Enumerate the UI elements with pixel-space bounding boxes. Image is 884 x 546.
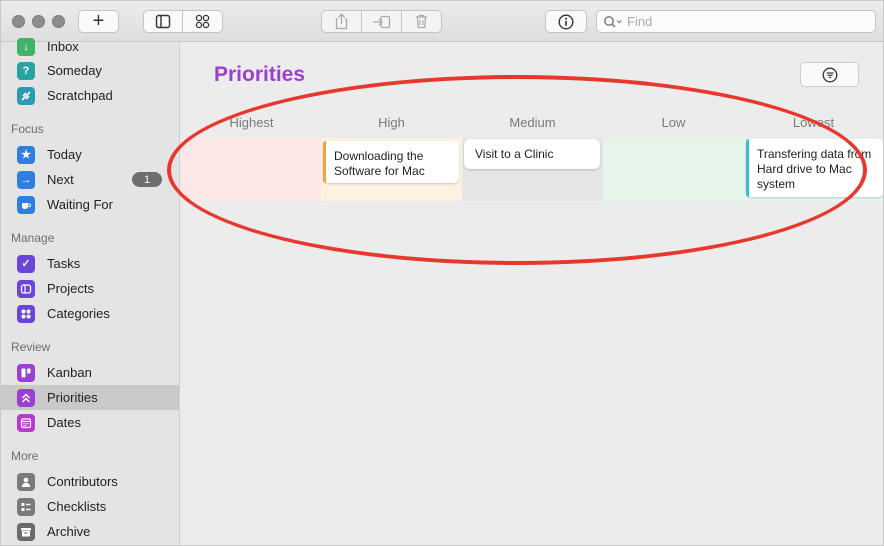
plus-icon: + xyxy=(92,10,105,32)
filter-button[interactable] xyxy=(800,62,859,87)
sidebar-item-label: Scratchpad xyxy=(47,88,113,103)
column-header-lowest: Lowest xyxy=(792,115,835,130)
priority-accent xyxy=(746,139,749,197)
priority-lane-medium[interactable]: Visit to a Clinic xyxy=(462,138,603,201)
checklist-icon xyxy=(17,497,35,516)
column-header-low: Low xyxy=(661,115,686,130)
column-header-medium: Medium xyxy=(509,115,556,130)
checkmark-icon: ✓ xyxy=(17,254,35,273)
main-content: Priorities Highest High Medium Low Lowes… xyxy=(181,42,883,545)
sidebar-item-label: Projects xyxy=(47,281,94,296)
task-card[interactable]: Transfering data from Hard drive to Mac … xyxy=(746,139,883,197)
sidebar-item-someday[interactable]: ? Someday xyxy=(1,58,179,83)
sidebar-item-label: Next xyxy=(47,172,74,187)
view-switch-button[interactable] xyxy=(182,10,223,33)
count-badge: 1 xyxy=(132,172,162,187)
info-icon xyxy=(558,13,574,30)
priority-lane-highest[interactable] xyxy=(181,138,322,201)
sidebar-item-label: Inbox xyxy=(47,39,79,54)
question-icon: ? xyxy=(17,61,35,80)
sidebar-item-label: Checklists xyxy=(47,499,107,514)
scratchpad-icon xyxy=(17,86,35,105)
task-card-title: Transfering data from Hard drive to Mac … xyxy=(757,147,872,191)
coffee-icon xyxy=(17,195,35,214)
sidebar-item-archive[interactable]: Archive xyxy=(1,519,179,544)
sidebar-item-scratchpad[interactable]: Scratchpad xyxy=(1,83,179,108)
sidebar-item-kanban[interactable]: Kanban xyxy=(1,360,179,385)
section-header-focus: Focus xyxy=(11,122,44,136)
sidebar-item-label: Categories xyxy=(47,306,110,321)
projects-icon xyxy=(17,279,35,298)
inbox-icon: ↓ xyxy=(17,37,35,56)
search-icon xyxy=(604,15,622,28)
delete-button[interactable] xyxy=(401,10,442,33)
column-header-highest: Highest xyxy=(229,115,274,130)
section-header-more: More xyxy=(11,449,39,463)
move-button[interactable] xyxy=(361,10,402,33)
sidebar-item-today[interactable]: ★ Today xyxy=(1,142,179,167)
share-button[interactable] xyxy=(321,10,362,33)
archive-icon xyxy=(17,522,35,541)
close-window-button[interactable] xyxy=(12,15,25,28)
sidebar-item-dates[interactable]: Dates xyxy=(1,410,179,435)
sidebar-item-label: Today xyxy=(47,147,82,162)
task-card-title: Downloading the Software for Mac xyxy=(334,149,425,178)
sidebar-item-label: Waiting For xyxy=(47,197,113,212)
sidebar-item-label: Archive xyxy=(47,524,91,539)
move-to-icon xyxy=(373,15,391,28)
toggle-sidebar-button[interactable] xyxy=(143,10,183,33)
star-icon: ★ xyxy=(17,145,35,164)
priority-accent xyxy=(323,141,326,183)
add-button[interactable]: + xyxy=(78,10,119,33)
search-input[interactable] xyxy=(627,14,867,29)
share-icon xyxy=(335,13,348,30)
app-window: + ↓ Inbox ? Som xyxy=(0,0,884,546)
sidebar-item-label: Priorities xyxy=(47,390,98,405)
calendar-icon xyxy=(17,413,35,432)
trash-icon xyxy=(416,14,427,29)
sidebar-item-checklists[interactable]: Checklists xyxy=(1,494,179,519)
priority-lane-low[interactable] xyxy=(603,138,744,201)
info-button[interactable] xyxy=(545,10,587,33)
sidebar-item-projects[interactable]: Projects xyxy=(1,276,179,301)
column-header-high: High xyxy=(378,115,405,130)
sidebar-item-label: Dates xyxy=(47,415,81,430)
zoom-window-button[interactable] xyxy=(52,15,65,28)
minimize-window-button[interactable] xyxy=(32,15,45,28)
sidebar-item-inbox[interactable]: ↓ Inbox xyxy=(1,34,179,59)
sidebar-item-priorities[interactable]: Priorities xyxy=(1,385,179,410)
task-card-title: Visit to a Clinic xyxy=(475,147,554,161)
sidebar-item-label: Kanban xyxy=(47,365,92,380)
search-field[interactable] xyxy=(596,10,876,33)
filter-icon xyxy=(822,67,837,82)
person-icon xyxy=(17,472,35,491)
sidebar-item-label: Tasks xyxy=(47,256,81,271)
chevrons-up-icon xyxy=(17,388,35,407)
sidebar-toggle-icon xyxy=(155,14,171,29)
arrow-right-icon: → xyxy=(17,170,35,189)
priority-lane-lowest[interactable]: Transfering data from Hard drive to Mac … xyxy=(743,138,883,201)
sidebar-item-next[interactable]: → Next 1 xyxy=(1,167,179,192)
kanban-icon xyxy=(17,363,35,382)
sidebar: ↓ Inbox ? Someday Scratchpad Focus ★ Tod… xyxy=(1,37,180,545)
sidebar-item-label: Someday xyxy=(47,63,102,78)
categories-icon xyxy=(17,304,35,323)
task-card[interactable]: Downloading the Software for Mac xyxy=(323,141,459,183)
sidebar-item-categories[interactable]: Categories xyxy=(1,301,179,326)
sidebar-item-tasks[interactable]: ✓ Tasks xyxy=(1,251,179,276)
sidebar-item-label: Contributors xyxy=(47,474,118,489)
page-title: Priorities xyxy=(214,63,306,86)
section-header-manage: Manage xyxy=(11,231,55,245)
task-card[interactable]: Visit to a Clinic xyxy=(464,139,600,169)
priority-lane-high[interactable]: Downloading the Software for Mac xyxy=(321,138,462,201)
section-header-review: Review xyxy=(11,340,51,354)
grid-icon xyxy=(195,14,210,29)
sidebar-item-waiting-for[interactable]: Waiting For xyxy=(1,192,179,217)
sidebar-item-contributors[interactable]: Contributors xyxy=(1,469,179,494)
